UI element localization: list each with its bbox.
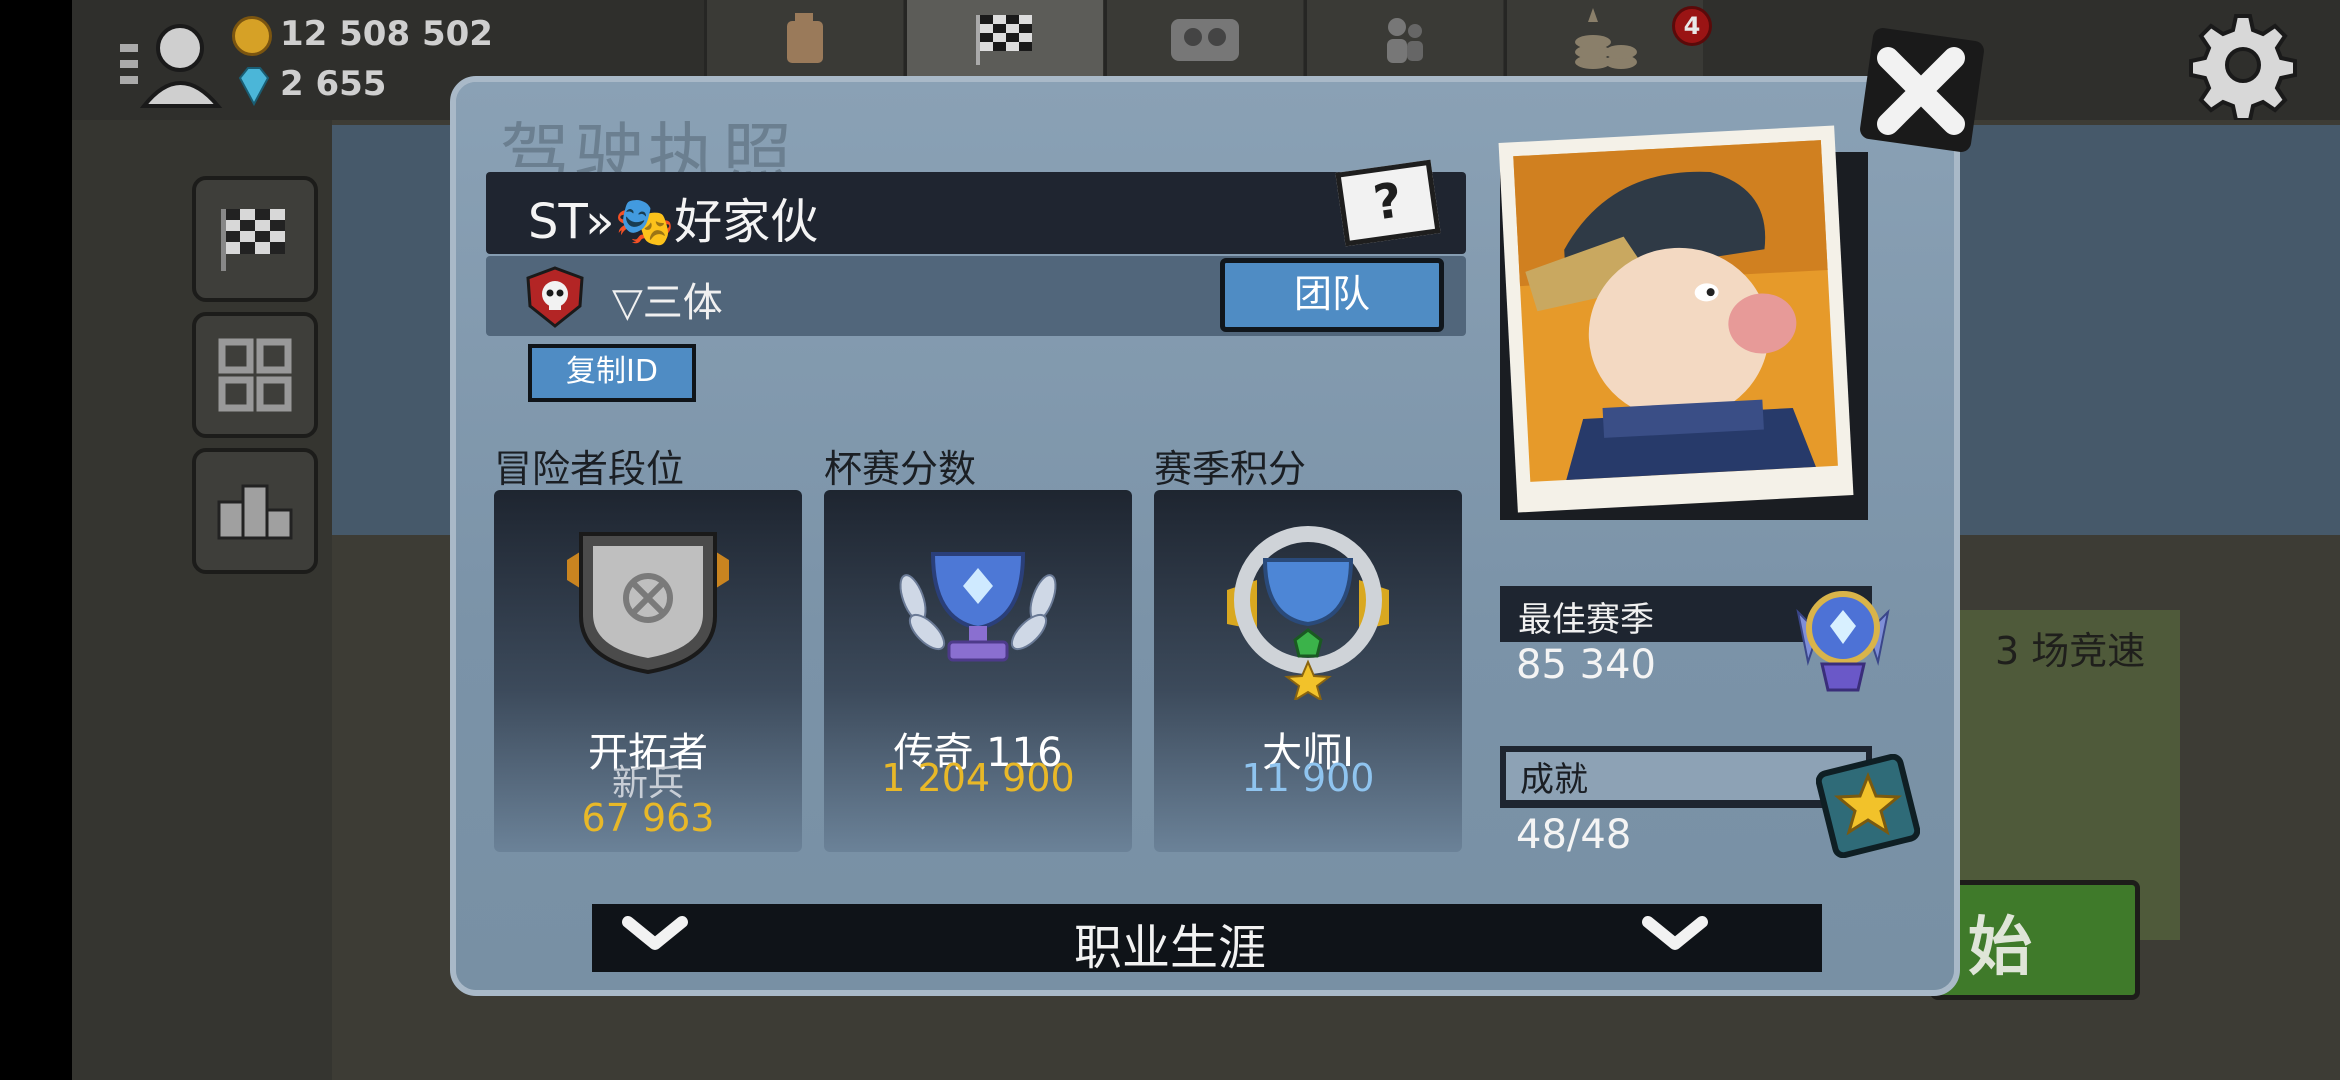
cup-score-value: 1 204 900 bbox=[881, 756, 1075, 800]
race-count-text: 3 场竞速 bbox=[1995, 629, 2146, 673]
grid-icon bbox=[218, 338, 292, 412]
achievements-label: 成就 bbox=[1520, 760, 1588, 800]
gem-icon bbox=[238, 67, 270, 106]
side-leaderboard-button[interactable] bbox=[192, 448, 318, 574]
close-icon[interactable] bbox=[1860, 28, 1984, 152]
driver-avatar-image bbox=[1513, 140, 1838, 482]
notification-badge: 4 bbox=[1672, 6, 1712, 46]
side-grid-button[interactable] bbox=[192, 312, 318, 438]
side-race-button[interactable] bbox=[192, 176, 318, 302]
team-name: ▽三体 bbox=[612, 280, 723, 326]
tab-garage[interactable] bbox=[704, 0, 903, 78]
chevron-down-icon[interactable] bbox=[1640, 912, 1710, 958]
master-trophy-icon bbox=[1227, 526, 1389, 700]
career-label: 职业生涯 bbox=[1073, 920, 1266, 976]
team-button[interactable]: 团队 bbox=[1220, 258, 1444, 332]
coin-balance: 12 508 502 bbox=[280, 14, 493, 54]
settings-gear-icon[interactable] bbox=[2188, 10, 2298, 120]
copy-id-button[interactable]: 复制ID bbox=[528, 344, 696, 402]
tab-friends[interactable] bbox=[1304, 0, 1503, 78]
help-button[interactable]: ? bbox=[1335, 159, 1441, 247]
achievements-value: 48/48 bbox=[1516, 812, 1632, 858]
checkered-flag-icon bbox=[976, 15, 1032, 65]
season-rank-badge-icon[interactable] bbox=[1788, 582, 1898, 694]
season-points-label: 赛季积分 bbox=[1154, 447, 1307, 491]
legend-trophy-icon bbox=[899, 552, 1057, 662]
podium-icon bbox=[217, 484, 293, 540]
best-season-value: 85 340 bbox=[1516, 642, 1656, 688]
coin-stack-icon bbox=[1575, 8, 1637, 69]
shield-badge-icon bbox=[567, 532, 729, 675]
adventure-rank-card[interactable]: 开拓者 新兵 67 963 bbox=[494, 490, 802, 852]
achievement-star-icon[interactable] bbox=[1816, 754, 1920, 858]
tab-rewards[interactable] bbox=[1504, 0, 1703, 78]
fuel-can-icon bbox=[787, 13, 823, 63]
coin-icon bbox=[232, 16, 272, 56]
player-name: ST»🎭好家伙 bbox=[528, 194, 819, 250]
team-skull-emblem-icon bbox=[526, 266, 584, 328]
driver-portrait[interactable] bbox=[1498, 125, 1854, 513]
best-season-label: 最佳赛季 bbox=[1518, 600, 1654, 640]
adventure-rank-value: 67 963 bbox=[581, 796, 715, 840]
adventure-rank-label: 冒险者段位 bbox=[494, 447, 685, 491]
cup-score-card[interactable]: 传奇 116 1 204 900 bbox=[824, 490, 1132, 852]
chevron-down-icon[interactable] bbox=[620, 912, 690, 958]
profile-menu-icon[interactable] bbox=[118, 16, 224, 108]
team-icon bbox=[1171, 19, 1239, 61]
checkered-flag-icon bbox=[221, 209, 285, 271]
gem-balance: 2 655 bbox=[280, 64, 387, 104]
cup-score-label: 杯赛分数 bbox=[824, 447, 977, 491]
season-points-card[interactable]: 大师I 11 900 bbox=[1154, 490, 1462, 852]
friends-icon bbox=[1387, 18, 1423, 63]
tab-team[interactable] bbox=[1104, 0, 1303, 78]
season-points-value: 11 900 bbox=[1241, 756, 1375, 800]
tab-race[interactable] bbox=[904, 0, 1103, 78]
